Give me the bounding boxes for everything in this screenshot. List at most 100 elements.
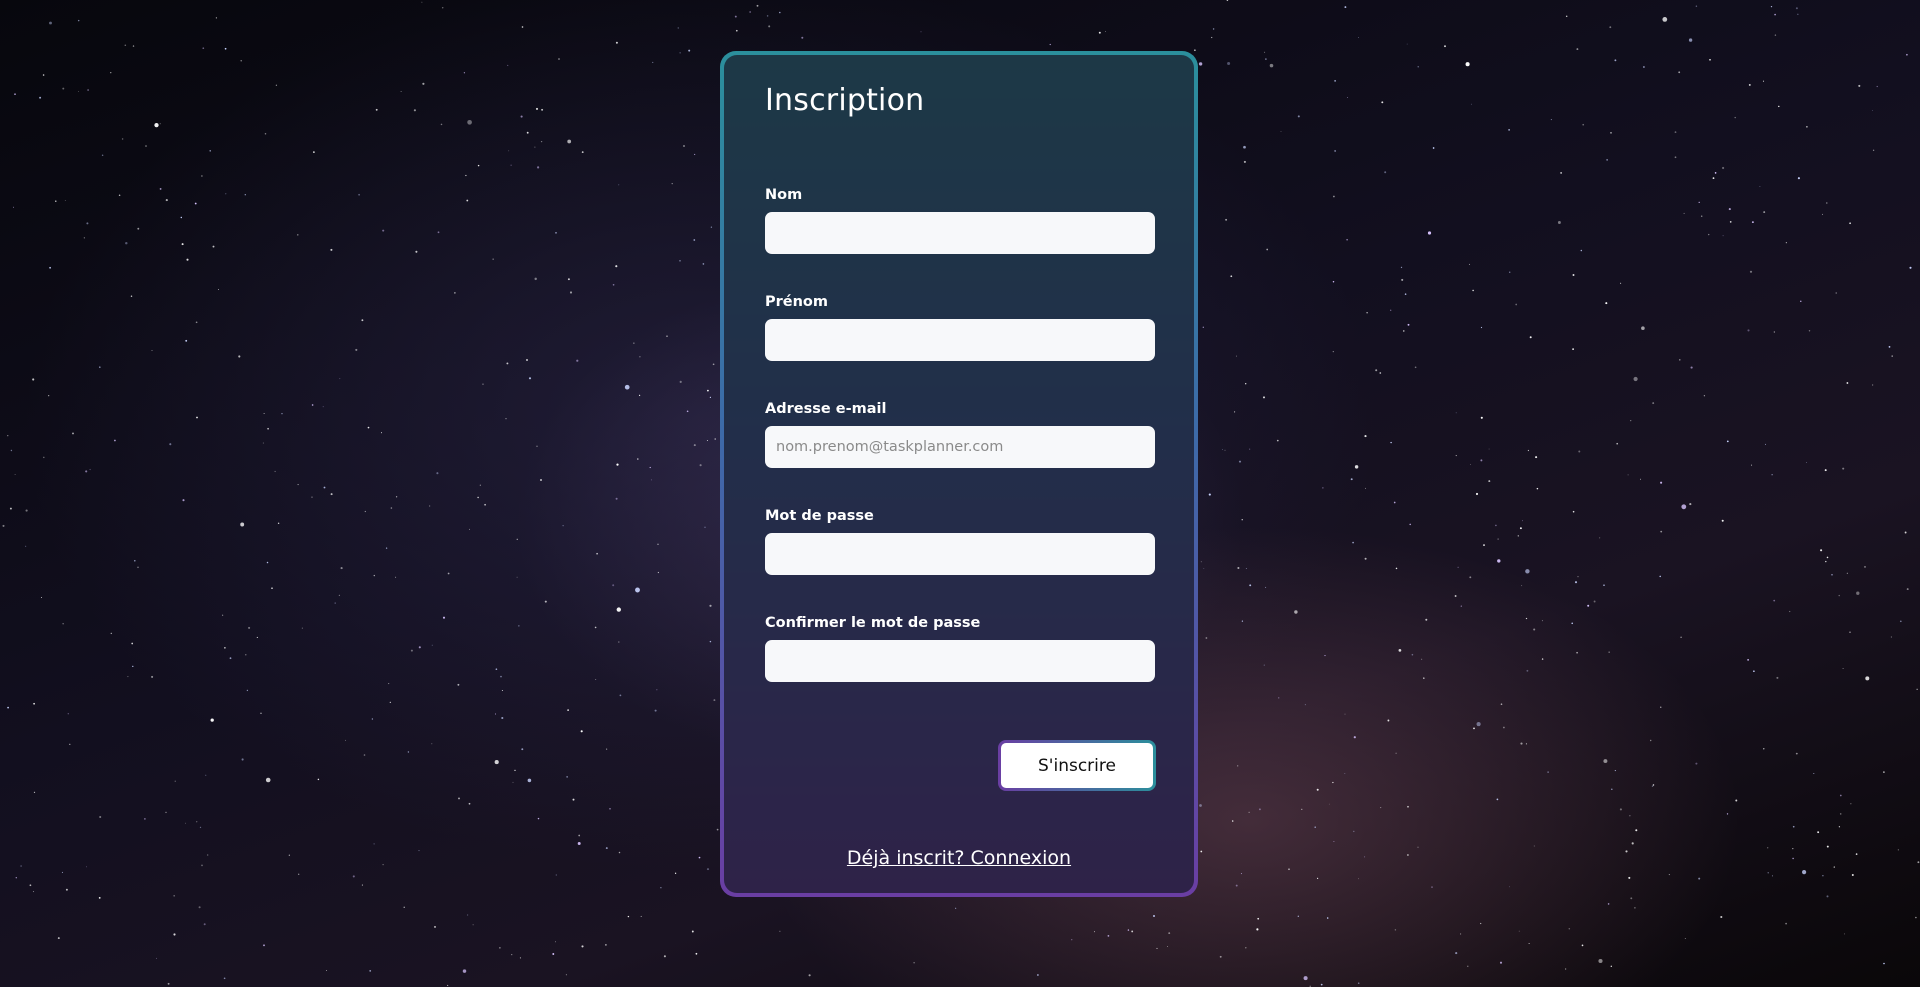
- star: [1508, 129, 1510, 131]
- star: [1734, 116, 1736, 119]
- star: [1689, 503, 1692, 506]
- star: [468, 802, 471, 805]
- star: [1525, 743, 1527, 745]
- nom-input[interactable]: [765, 212, 1155, 254]
- star: [99, 366, 101, 368]
- password-label: Mot de passe: [765, 508, 874, 524]
- star: [1314, 826, 1316, 828]
- star: [1476, 722, 1481, 727]
- star: [618, 641, 620, 643]
- star: [635, 587, 640, 593]
- star: [240, 522, 245, 527]
- star: [156, 957, 158, 959]
- star: [467, 914, 469, 916]
- star: [1455, 412, 1457, 414]
- star: [768, 25, 771, 28]
- star: [39, 96, 42, 99]
- star: [1364, 435, 1367, 438]
- star: [716, 828, 719, 831]
- star: [1776, 676, 1779, 679]
- star: [159, 187, 162, 190]
- star: [1722, 166, 1725, 170]
- star: [1629, 815, 1631, 817]
- register-button[interactable]: S'inscrire: [998, 740, 1156, 791]
- star: [49, 21, 52, 25]
- star: [1467, 965, 1469, 967]
- star: [1871, 384, 1874, 386]
- star: [1674, 131, 1677, 133]
- star: [1767, 872, 1769, 874]
- star: [555, 941, 556, 943]
- star: [1641, 326, 1645, 330]
- star: [1344, 713, 1346, 715]
- star: [516, 576, 518, 578]
- star: [1606, 159, 1608, 161]
- star: [271, 587, 273, 590]
- star: [382, 863, 384, 866]
- star: [1619, 808, 1622, 811]
- star: [1127, 929, 1130, 931]
- prenom-input[interactable]: [765, 319, 1155, 361]
- star: [709, 640, 712, 643]
- star: [616, 607, 621, 612]
- star: [612, 584, 615, 587]
- star: [605, 944, 607, 946]
- star: [1364, 557, 1367, 560]
- star: [1393, 501, 1396, 504]
- star: [691, 930, 694, 933]
- star: [1695, 762, 1698, 765]
- star: [1541, 620, 1543, 622]
- star: [1037, 974, 1039, 976]
- star: [57, 937, 60, 940]
- star: [441, 6, 444, 9]
- star: [62, 87, 65, 90]
- login-link[interactable]: Déjà inscrit? Connexion: [724, 847, 1194, 869]
- star: [114, 439, 116, 442]
- star: [185, 339, 188, 342]
- star: [369, 969, 372, 972]
- star: [1660, 481, 1663, 484]
- star: [1792, 825, 1795, 828]
- star: [1795, 7, 1798, 10]
- star: [25, 545, 27, 547]
- star: [340, 567, 343, 570]
- email-input[interactable]: [765, 426, 1155, 468]
- confirm-password-input[interactable]: [765, 640, 1155, 682]
- star: [477, 496, 479, 499]
- star: [499, 947, 501, 949]
- star: [1714, 172, 1717, 174]
- star: [1205, 637, 1208, 639]
- star: [1280, 131, 1282, 133]
- star: [1568, 928, 1571, 930]
- star: [1202, 326, 1204, 328]
- star: [1277, 697, 1280, 699]
- star: [196, 416, 198, 419]
- star: [1230, 275, 1233, 278]
- star: [674, 872, 677, 874]
- star: [679, 52, 681, 54]
- star: [1765, 443, 1766, 445]
- star: [1406, 43, 1408, 45]
- star: [567, 709, 569, 711]
- star: [288, 854, 290, 856]
- star: [334, 602, 336, 604]
- star: [534, 146, 536, 148]
- star: [1240, 873, 1242, 875]
- star: [734, 15, 737, 18]
- star: [920, 31, 922, 33]
- star: [65, 888, 68, 891]
- star: [1238, 460, 1242, 463]
- star: [1795, 752, 1798, 755]
- star: [1417, 66, 1419, 68]
- star: [1839, 813, 1842, 815]
- star: [1634, 907, 1636, 909]
- star: [595, 679, 597, 680]
- star: [1199, 804, 1202, 807]
- password-input[interactable]: [765, 533, 1155, 575]
- star: [421, 1, 423, 3]
- star: [297, 234, 299, 236]
- star: [1607, 903, 1610, 905]
- star: [712, 363, 715, 366]
- star: [1808, 330, 1811, 332]
- star: [1468, 263, 1471, 265]
